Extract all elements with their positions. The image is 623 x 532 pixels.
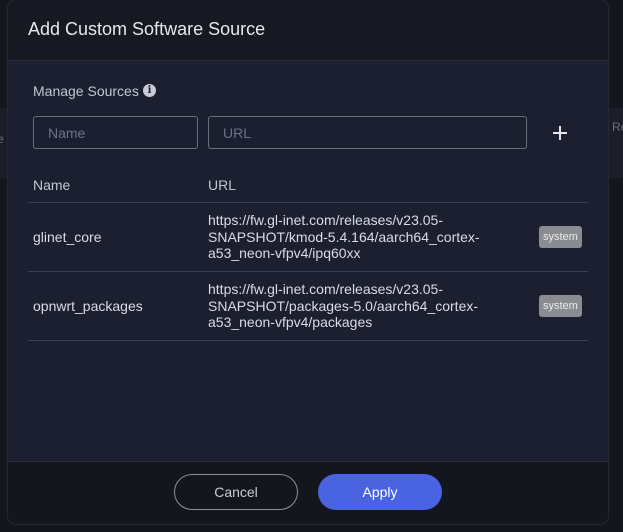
manage-sources-label: Manage Sources <box>33 83 139 99</box>
background-panel-left-edge: e <box>0 108 8 178</box>
dialog-title: Add Custom Software Source <box>28 19 266 39</box>
dialog-footer: Cancel Apply <box>8 461 608 524</box>
source-url-cell: https://fw.gl-inet.com/releases/v23.05-S… <box>208 281 479 330</box>
system-badge: system <box>539 295 582 317</box>
source-url-input[interactable] <box>208 116 527 149</box>
dialog-body: Manage Sources i Name URL glinet_core ht… <box>8 61 608 461</box>
source-name-cell: glinet_core <box>33 229 102 245</box>
background-right-edge-text: Re <box>612 120 623 134</box>
system-badge: system <box>539 226 582 248</box>
add-source-button[interactable] <box>548 121 572 145</box>
source-url-cell: https://fw.gl-inet.com/releases/v23.05-S… <box>208 212 480 261</box>
column-header-url: URL <box>208 177 237 193</box>
source-name-cell: opnwrt_packages <box>33 298 143 314</box>
apply-button[interactable]: Apply <box>318 474 442 510</box>
dialog-header: Add Custom Software Source <box>8 0 608 61</box>
table-header: Name URL <box>28 167 588 203</box>
background-left-edge-text: e <box>0 132 4 146</box>
info-icon[interactable]: i <box>143 84 156 97</box>
cancel-button[interactable]: Cancel <box>174 474 298 510</box>
background-panel-right-edge: Re <box>607 108 623 178</box>
add-custom-source-dialog: Add Custom Software Source Manage Source… <box>8 0 608 524</box>
table-row: glinet_core https://fw.gl-inet.com/relea… <box>28 203 588 272</box>
column-header-name: Name <box>33 177 71 193</box>
sources-table: Name URL glinet_core https://fw.gl-inet.… <box>28 167 588 341</box>
source-name-input[interactable] <box>33 116 198 149</box>
table-row: opnwrt_packages https://fw.gl-inet.com/r… <box>28 272 588 341</box>
